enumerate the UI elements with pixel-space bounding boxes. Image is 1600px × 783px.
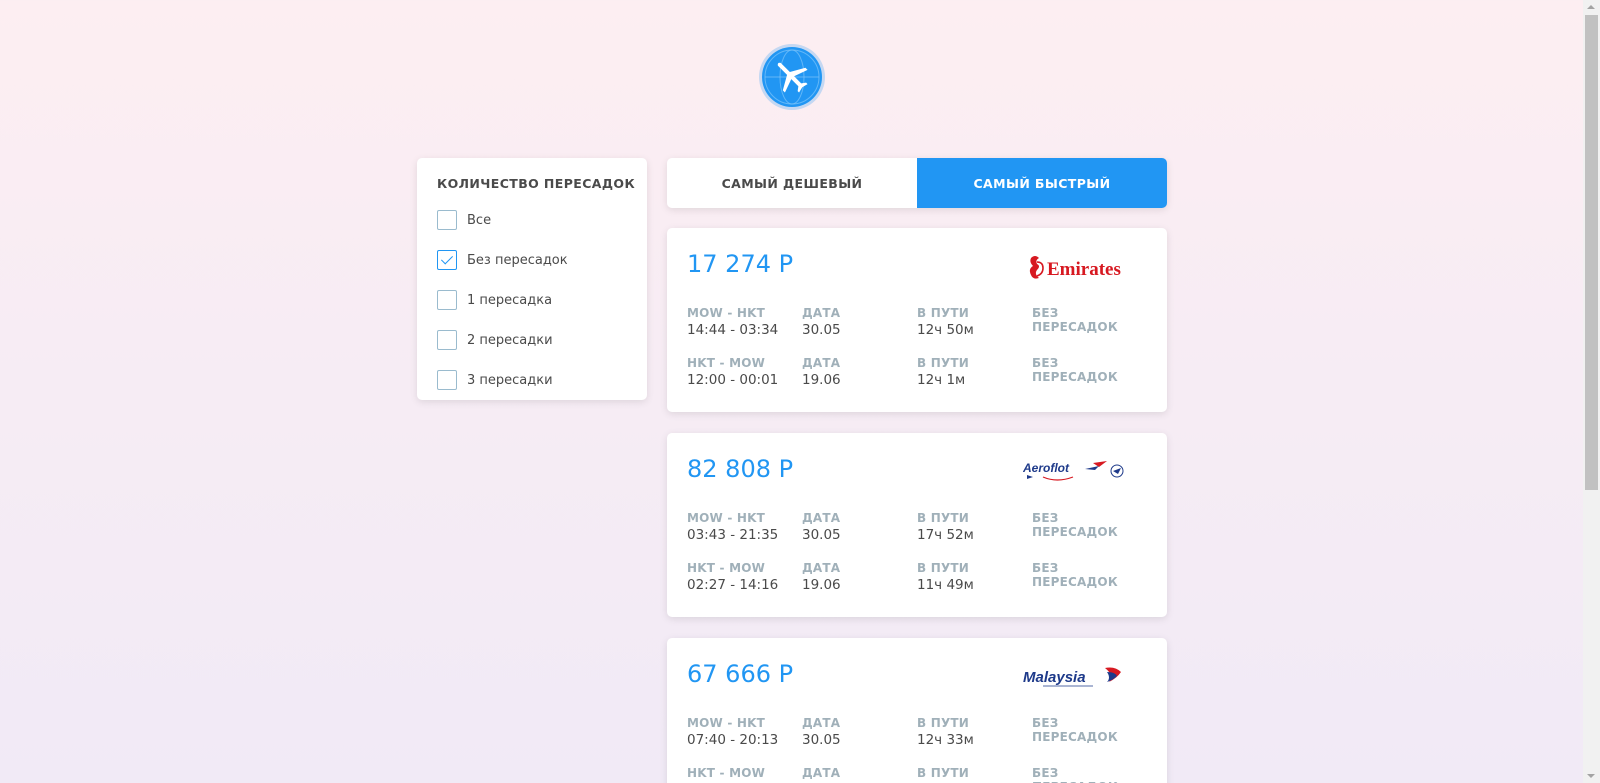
duration-label: В ПУТИ: [917, 306, 970, 320]
flight-date: 19.06: [802, 577, 841, 593]
flight-date: 30.05: [802, 527, 841, 543]
scroll-up-arrow-icon[interactable]: [1587, 5, 1595, 9]
carrier-name: Emirates: [1047, 259, 1121, 280]
filter-title: КОЛИЧЕСТВО ПЕРЕСАДОК: [437, 176, 636, 191]
filter-option-nonstop[interactable]: Без пересадок: [437, 250, 568, 270]
filter-option-label: 2 пересадки: [467, 332, 553, 348]
route-label: MOW - HKT: [687, 511, 766, 525]
ticket-price: 67 666 Р: [687, 660, 794, 688]
flight-time: 14:44 - 03:34: [687, 322, 779, 338]
ticket-price: 17 274 Р: [687, 250, 794, 278]
flight-duration: 12ч 1м: [917, 372, 966, 388]
ticket-card: 17 274 Р Emirates MOW - HKT 14:44 - 03:34…: [667, 228, 1167, 412]
stops-filter-panel: КОЛИЧЕСТВО ПЕРЕСАДОК Все Без пересадок 1…: [417, 158, 647, 400]
checkbox[interactable]: [437, 290, 457, 310]
date-label: ДАТА: [802, 356, 841, 370]
route-label: MOW - HKT: [687, 306, 766, 320]
segment-return: HKT - MOW 02:27 - 14:16 ДАТА 19.06 В ПУТИ 1…: [687, 561, 1147, 601]
segment-outbound: MOW - HKT 03:43 - 21:35 ДАТА 30.05 В ПУТИ 1…: [687, 511, 1147, 551]
flight-date: 30.05: [802, 732, 841, 748]
checkbox[interactable]: [437, 210, 457, 230]
carrier-name: Aeroflot: [1023, 461, 1070, 475]
date-label: ДАТА: [802, 561, 841, 575]
scroll-down-arrow-icon[interactable]: [1587, 774, 1595, 778]
segment-return: HKT - MOW 12:00 - 00:01 ДАТА 19.06 В ПУТИ 1…: [687, 356, 1147, 396]
carrier-name: Malaysia: [1023, 669, 1086, 686]
route-label: MOW - HKT: [687, 716, 766, 730]
filter-option-1-stop[interactable]: 1 пересадка: [437, 290, 552, 310]
filter-option-2-stops[interactable]: 2 пересадки: [437, 330, 553, 350]
flight-time: 03:43 - 21:35: [687, 527, 779, 543]
stops-label: БЕЗ ПЕРЕСАДОК: [1032, 716, 1118, 744]
stops-label: БЕЗ ПЕРЕСАДОК: [1032, 306, 1118, 334]
flight-time: 07:40 - 20:13: [687, 732, 779, 748]
segment-return: HKT - MOW ДАТА В ПУТИ БЕЗ ПЕРЕСАДОК: [687, 766, 1147, 783]
flight-duration: 17ч 52м: [917, 527, 974, 543]
date-label: ДАТА: [802, 766, 841, 780]
page-scrollbar[interactable]: [1583, 0, 1600, 783]
filter-option-label: 1 пересадка: [467, 292, 553, 308]
tab-cheapest[interactable]: САМЫЙ ДЕШЕВЫЙ: [667, 158, 917, 208]
duration-label: В ПУТИ: [917, 356, 970, 370]
date-label: ДАТА: [802, 716, 841, 730]
flight-duration: 12ч 33м: [917, 732, 974, 748]
scroll-thumb[interactable]: [1585, 15, 1598, 490]
filter-option-all[interactable]: Все: [437, 210, 491, 230]
flight-date: 19.06: [802, 372, 841, 388]
duration-label: В ПУТИ: [917, 716, 970, 730]
flight-duration: 11ч 49м: [917, 577, 974, 593]
route-label: HKT - MOW: [687, 356, 766, 370]
sort-tabs: САМЫЙ ДЕШЕВЫЙ САМЫЙ БЫСТРЫЙ: [667, 158, 1167, 208]
filter-option-label: Все: [467, 212, 492, 228]
route-label: HKT - MOW: [687, 561, 766, 575]
flight-duration: 12ч 50м: [917, 322, 974, 338]
ticket-card: 67 666 Р Malaysia MOW - HKT 07:40 - 20:13…: [667, 638, 1167, 783]
ticket-price: 82 808 Р: [687, 455, 794, 483]
checkbox-checked[interactable]: [437, 250, 457, 270]
stops-label: БЕЗ ПЕРЕСАДОК: [1032, 356, 1118, 384]
date-label: ДАТА: [802, 511, 841, 525]
filter-option-label: Без пересадок: [467, 252, 568, 268]
malaysia-airlines-logo: Malaysia: [1023, 662, 1133, 694]
flight-time: 12:00 - 00:01: [687, 372, 779, 388]
date-label: ДАТА: [802, 306, 841, 320]
stops-label: БЕЗ ПЕРЕСАДОК: [1032, 511, 1118, 539]
ticket-card: 82 808 Р Aeroflot MOW - HKT 03:43 - 21:35…: [667, 433, 1167, 617]
segment-outbound: MOW - HKT 14:44 - 03:34 ДАТА 30.05 В ПУТИ 1…: [687, 306, 1147, 346]
stops-label: БЕЗ ПЕРЕСАДОК: [1032, 766, 1118, 783]
checkbox[interactable]: [437, 330, 457, 350]
duration-label: В ПУТИ: [917, 561, 970, 575]
airplane-globe-icon: [762, 47, 822, 107]
stops-label: БЕЗ ПЕРЕСАДОК: [1032, 561, 1118, 589]
emirates-logo: Emirates: [1023, 252, 1133, 284]
duration-label: В ПУТИ: [917, 766, 970, 780]
duration-label: В ПУТИ: [917, 511, 970, 525]
flight-date: 30.05: [802, 322, 841, 338]
checkbox[interactable]: [437, 370, 457, 390]
tab-fastest[interactable]: САМЫЙ БЫСТРЫЙ: [917, 158, 1167, 208]
aeroflot-logo: Aeroflot: [1022, 457, 1133, 489]
route-label: HKT - MOW: [687, 766, 766, 780]
segment-outbound: MOW - HKT 07:40 - 20:13 ДАТА 30.05 В ПУТИ 1…: [687, 716, 1147, 756]
filter-option-label: 3 пересадки: [467, 372, 553, 388]
filter-option-3-stops[interactable]: 3 пересадки: [437, 370, 553, 390]
flight-time: 02:27 - 14:16: [687, 577, 779, 593]
